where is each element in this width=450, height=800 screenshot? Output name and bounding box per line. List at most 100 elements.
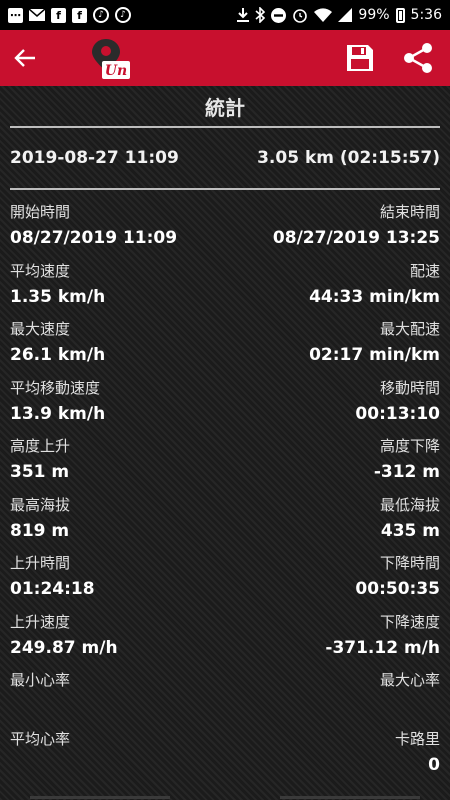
stat-label: 最小心率: [10, 671, 71, 689]
stat-label: 結束時間: [379, 203, 440, 221]
stat-label: 最低海拔: [379, 495, 440, 514]
stat-value: 00:50:35: [355, 579, 440, 599]
stat-label: 平均速度: [10, 261, 71, 280]
app-logo: Un: [88, 37, 132, 81]
stat-cell-right: 下降時間 00:50:35: [355, 553, 440, 612]
share-button[interactable]: [400, 40, 436, 76]
stat-row: 上升速度 249.87 m/h 下降速度 -371.12 m/h: [10, 612, 440, 671]
music-note-icon: ♪: [93, 7, 109, 23]
stat-cell-right: 最大配速 02:17 min/km: [309, 319, 440, 378]
stat-cell-left: 平均速度 1.35 km/h: [10, 261, 105, 320]
stat-value: 00:13:10: [355, 403, 440, 424]
system-icons: 99% 5:36: [237, 7, 442, 23]
bottom-edge: [0, 796, 450, 800]
mail-icon: [29, 9, 45, 21]
stat-row: 開始時間 08/27/2019 11:09 結束時間 08/27/2019 13…: [10, 202, 440, 261]
wifi-icon: [314, 8, 333, 22]
signal-icon: [338, 8, 353, 22]
stat-value: 819 m: [10, 520, 70, 541]
stat-cell-left: 高度上升 351 m: [10, 436, 70, 495]
stat-label: 高度上升: [10, 437, 71, 455]
stat-label: 開始時間: [10, 203, 71, 221]
stat-cell-left: 最小心率: [10, 670, 70, 729]
stat-label: 最大心率: [379, 671, 440, 689]
track-distance-duration: 3.05 km (02:15:57): [257, 148, 440, 168]
stat-label: 最高海拔: [10, 495, 71, 514]
track-summary: 2019-08-27 11:09 3.05 km (02:15:57): [0, 128, 450, 188]
stat-value: -312 m: [373, 462, 440, 482]
stat-cell-right: 下降速度 -371.12 m/h: [325, 612, 440, 671]
stat-cell-left: 最高海拔 819 m: [10, 495, 70, 554]
stat-cell-right: 卡路里 0: [395, 729, 440, 788]
stat-label: 最大速度: [10, 320, 71, 338]
stat-label: 上升速度: [10, 612, 71, 631]
stats-list: 開始時間 08/27/2019 11:09 結束時間 08/27/2019 13…: [0, 190, 450, 787]
save-button[interactable]: [342, 40, 378, 76]
stat-cell-right: 結束時間 08/27/2019 13:25: [273, 202, 440, 261]
stat-label: 下降速度: [379, 612, 440, 631]
stat-cell-right: 高度下降 -312 m: [374, 436, 440, 495]
stat-row: 高度上升 351 m 高度下降 -312 m: [10, 436, 440, 495]
facebook-icon: f: [72, 7, 87, 23]
battery-percent: 99%: [358, 7, 390, 23]
notification-icons: ⋯ f f ♪ ♪: [8, 7, 131, 23]
stat-row: 平均心率 卡路里 0: [10, 729, 440, 788]
stat-value: -371.12 m/h: [325, 637, 440, 658]
stat-label: 上升時間: [10, 554, 71, 572]
status-bar: ⋯ f f ♪ ♪ 99% 5:36: [0, 0, 450, 30]
stat-value: 249.87 m/h: [10, 637, 118, 658]
stat-cell-left: 最大速度 26.1 km/h: [10, 319, 105, 378]
stat-cell-right: 最大心率: [380, 670, 440, 729]
section-title: 統計: [205, 95, 245, 120]
stat-value: 351 m: [10, 462, 70, 482]
facebook-icon: f: [51, 7, 66, 23]
back-button[interactable]: [14, 36, 58, 80]
stat-value: 435 m: [380, 520, 440, 541]
bluetooth-icon: [255, 7, 266, 23]
stat-label: 配速: [409, 261, 440, 280]
track-datetime: 2019-08-27 11:09: [10, 148, 179, 168]
alarm-icon: [292, 7, 308, 23]
logo-text: Un: [105, 63, 127, 79]
stat-label: 卡路里: [394, 729, 440, 748]
battery-icon: [395, 7, 405, 23]
stat-value: 08/27/2019 13:25: [272, 228, 440, 248]
stat-value: 02:17 min/km: [309, 345, 440, 365]
more-icon: ⋯: [8, 7, 23, 23]
stat-value: 0: [428, 754, 440, 775]
stat-value: 08/27/2019 11:09: [10, 228, 178, 248]
stat-label: 最大配速: [379, 320, 440, 338]
stat-value: 1.35 km/h: [10, 286, 106, 307]
stat-label: 移動時間: [379, 378, 440, 397]
download-icon: [237, 8, 250, 22]
stat-row: 最小心率 最大心率: [10, 670, 440, 729]
stat-label: 下降時間: [379, 554, 440, 572]
floppy-disk-icon: [347, 45, 373, 71]
stat-row: 最高海拔 819 m 最低海拔 435 m: [10, 495, 440, 554]
stat-cell-right: 配速 44:33 min/km: [309, 261, 440, 320]
stat-value: 44:33 min/km: [309, 286, 440, 307]
stat-cell-left: 上升速度 249.87 m/h: [10, 612, 118, 671]
stat-cell-right: 移動時間 00:13:10: [355, 378, 440, 437]
clock: 5:36: [410, 7, 442, 23]
stat-value: 01:24:18: [10, 579, 95, 599]
stat-row: 平均速度 1.35 km/h 配速 44:33 min/km: [10, 261, 440, 320]
arrow-left-icon: [14, 49, 35, 67]
dnd-icon: [271, 7, 287, 23]
app-bar: Un: [0, 30, 450, 86]
stat-label: 平均心率: [10, 729, 71, 748]
music-note-icon: ♪: [115, 7, 131, 23]
stat-row: 最大速度 26.1 km/h 最大配速 02:17 min/km: [10, 319, 440, 378]
stat-value: 26.1 km/h: [10, 345, 106, 365]
stat-label: 平均移動速度: [10, 378, 101, 397]
stat-cell-right: 最低海拔 435 m: [380, 495, 440, 554]
stat-cell-left: 平均心率: [10, 729, 70, 788]
stat-value: 13.9 km/h: [10, 403, 106, 424]
app-bar-actions: [342, 40, 436, 76]
stat-row: 上升時間 01:24:18 下降時間 00:50:35: [10, 553, 440, 612]
stat-row: 平均移動速度 13.9 km/h 移動時間 00:13:10: [10, 378, 440, 437]
stat-cell-left: 上升時間 01:24:18: [10, 553, 95, 612]
stat-cell-left: 開始時間 08/27/2019 11:09: [10, 202, 177, 261]
share-icon: [404, 43, 432, 73]
stat-label: 高度下降: [379, 437, 440, 455]
